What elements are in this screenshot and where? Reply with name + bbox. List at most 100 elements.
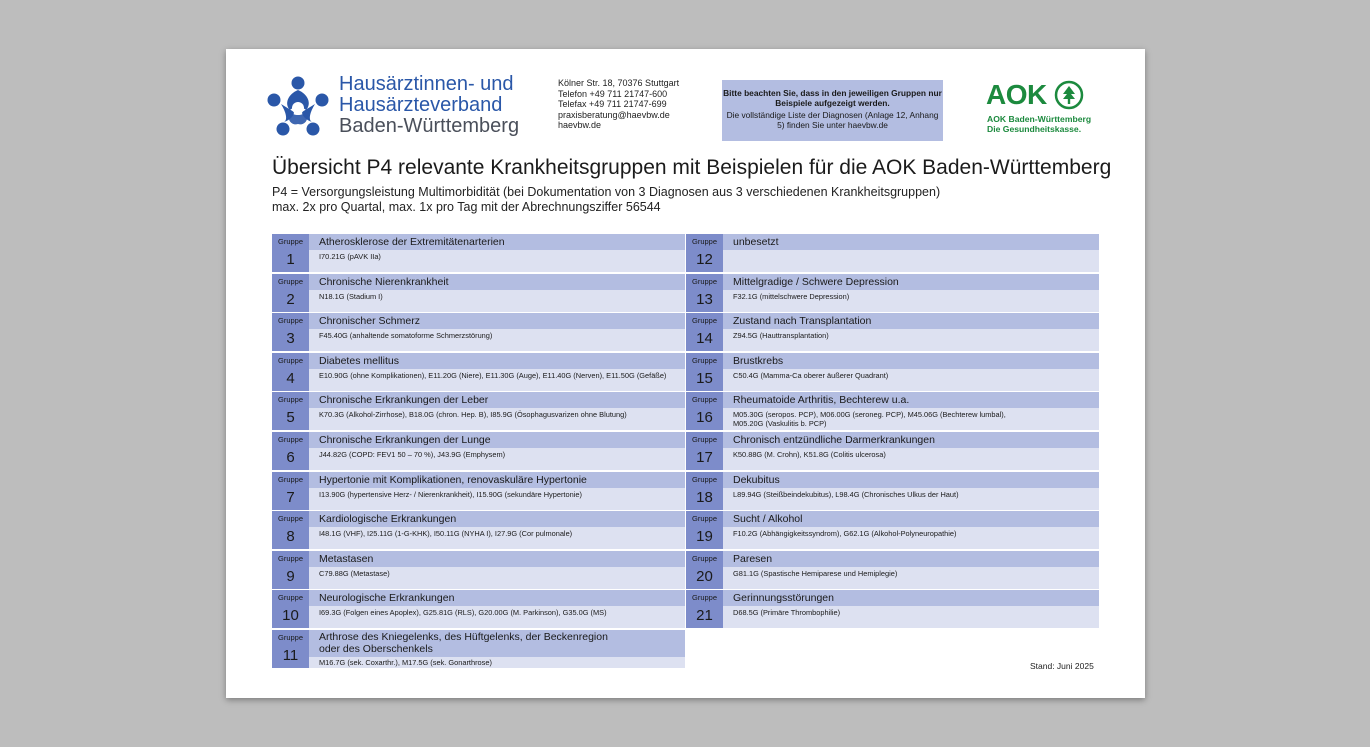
group-number: 21 (696, 607, 713, 625)
group-item: Gruppe 14 Zustand nach Transplantation Z94.… (686, 313, 1099, 352)
group-examples-text: G81.1G (Spastische Hemiparese und Hemipl… (733, 568, 898, 578)
group-number: 13 (696, 290, 713, 308)
group-examples: J44.82G (COPD: FEV1 50 – 70 %), J43.9G (… (309, 448, 685, 470)
group-name: Chronischer Schmerz (309, 313, 685, 330)
group-number: 11 (282, 647, 299, 664)
group-number: 16 (696, 409, 713, 427)
aok-subline-2: Die Gesundheitskasse. (987, 123, 1082, 134)
group-name: Dekubitus (723, 471, 1099, 488)
group-item: Gruppe 16 Rheumatoide Arthritis, Bechterew… (686, 392, 1099, 431)
group-number-box: Gruppe 6 (272, 432, 309, 470)
group-number-box: Gruppe 3 (272, 313, 309, 352)
aok-tree-icon (1054, 80, 1084, 110)
group-name-text: Diabetes mellitus (319, 354, 399, 367)
org-name-line3: Baden-Württemberg (339, 115, 520, 137)
group-number: 1 (286, 251, 295, 268)
group-name: Gerinnungsstörungen (723, 590, 1099, 607)
group-examples: I70.21G (pAVK IIa) (309, 250, 685, 272)
group-number-box: Gruppe 2 (272, 273, 309, 312)
group-item: Gruppe 20 Paresen G81.1G (Spastische Hemipa… (686, 550, 1099, 589)
group-label: Gruppe (277, 316, 304, 326)
group-name-text: Gerinnungsstörungen (733, 592, 834, 605)
group-examples-text: K50.88G (M. Crohn), K51.8G (Colitis ulce… (733, 450, 886, 459)
group-examples-text-2: M05.20G (Vaskulitis b. PCP) (733, 419, 827, 429)
group-label: Gruppe (277, 514, 304, 524)
group-number-box: Gruppe 12 (686, 234, 723, 272)
group-number: 15 (696, 369, 713, 387)
group-name-text: Zustand nach Transplantation (733, 315, 872, 328)
group-name-text: unbesetzt (733, 236, 779, 248)
group-item: Gruppe 7 Hypertonie mit Komplikationen, re… (272, 471, 685, 510)
group-examples (723, 250, 1099, 272)
group-number: 7 (286, 488, 295, 506)
stand-date: Stand: Juni 2025 (1030, 661, 1094, 671)
group-item: Gruppe 10 Neurologische Erkrankungen I69.3G… (272, 590, 685, 629)
group-examples-text: F45.40G (anhaltende somatoforme Schmerzs… (319, 331, 493, 341)
group-name-text: Chronische Erkrankungen der Leber (319, 394, 489, 407)
group-item: Gruppe 3 Chronischer Schmerz F45.40G (anhal… (272, 313, 685, 352)
group-name-text: Sucht / Alkohol (733, 513, 803, 526)
group-name: Rheumatoide Arthritis, Bechterew u.a. (723, 392, 1099, 409)
group-examples-text: F10.2G (Abhängigkeitssyndrom), G62.1G (A… (733, 529, 957, 539)
group-label: Gruppe (277, 355, 304, 365)
group-number: 12 (696, 251, 713, 268)
group-item: Gruppe 4 Diabetes mellitus E10.90G (ohne Ko… (272, 352, 685, 391)
group-label: Gruppe (691, 514, 718, 524)
group-name: Arthrose des Kniegelenks, des Hüftgelenk… (309, 630, 685, 657)
group-examples: I69.3G (Folgen eines Apoplex), G25.81G (… (309, 606, 685, 629)
group-name: Kardiologische Erkrankungen (309, 511, 685, 528)
group-label: Gruppe (277, 593, 304, 603)
group-number: 20 (696, 567, 713, 585)
aok-subline: AOK Baden-Württemberg Die Gesundheitskas… (987, 114, 1091, 134)
group-label: Gruppe (691, 553, 718, 563)
group-number-box: Gruppe 8 (272, 511, 309, 550)
group-examples: M05.30G (seropos. PCP), M06.00G (seroneg… (723, 408, 1099, 431)
group-item: Gruppe 5 Chronische Erkrankungen der Leber… (272, 392, 685, 431)
group-examples: L89.94G (Steißbeindekubitus), L98.4G (Ch… (723, 487, 1099, 510)
group-label: Gruppe (691, 276, 718, 286)
contact-address: Kölner Str. 18, 70376 Stuttgart (558, 78, 680, 88)
group-number-box: Gruppe 9 (272, 550, 309, 589)
group-name: Brustkrebs (723, 352, 1099, 369)
org-name-line1: Hausärztinnen- und (339, 73, 514, 95)
contact-block: Kölner Str. 18, 70376 Stuttgart Telefon … (558, 78, 679, 131)
group-name-text: Kardiologische Erkrankungen (319, 513, 457, 526)
aok-logo: AOK AOK Baden-Württemberg Die Gesundheit… (986, 79, 1126, 139)
group-number-box: Gruppe 21 (686, 590, 723, 629)
group-number-box: Gruppe 15 (686, 352, 723, 391)
group-number: 9 (286, 567, 295, 585)
group-number-box: Gruppe 20 (686, 550, 723, 589)
document-page: Hausärztinnen- und Hausärzteverband Bade… (226, 49, 1145, 698)
group-name: Sucht / Alkohol (723, 511, 1099, 528)
group-name-text: Dekubitus (733, 473, 780, 486)
group-examples: D68.5G (Primäre Thrombophilie) (723, 606, 1099, 629)
group-name: Chronische Erkrankungen der Lunge (309, 432, 685, 448)
subtitle-line2: max. 2x pro Quartal, max. 1x pro Tag mit… (272, 200, 661, 214)
group-examples-text: J44.82G (COPD: FEV1 50 – 70 %), J43.9G (… (319, 450, 506, 459)
contact-website[interactable]: haevbw.de (558, 120, 679, 131)
group-item: Gruppe 13 Mittelgradige / Schwere Depressi… (686, 273, 1099, 312)
group-name: Paresen (723, 550, 1099, 567)
haev-logo-icon (267, 76, 329, 136)
group-examples-text: I48.1G (VHF), I25.11G (1-G-KHK), I50.11G… (319, 529, 573, 539)
group-number: 6 (286, 449, 295, 466)
group-label: Gruppe (277, 633, 304, 642)
group-name: Atherosklerose der Extremitätenarterien (309, 234, 685, 250)
group-item: Gruppe 1 Atherosklerose der Extremitätenar… (272, 234, 685, 272)
contact-email[interactable]: praxisberatung@haevbw.de (558, 110, 679, 121)
group-name-text: Rheumatoide Arthritis, Bechterew u.a. (733, 394, 910, 407)
group-number: 3 (286, 330, 295, 348)
group-examples-text: C50.4G (Mamma-Ca oberer äußerer Quadrant… (733, 370, 889, 380)
group-name: Chronische Nierenkrankheit (309, 273, 685, 290)
group-examples-text: M05.30G (seropos. PCP), M06.00G (seroneg… (733, 410, 1006, 420)
group-examples-text: N18.1G (Stadium I) (319, 291, 383, 301)
group-name-text: Chronischer Schmerz (319, 315, 420, 328)
group-name-text: Hypertonie mit Komplikationen, renovasku… (319, 473, 587, 486)
group-label: Gruppe (277, 553, 304, 563)
group-label: Gruppe (277, 435, 304, 444)
document-subtitle: P4 = Versorgungsleistung Multimorbidität… (272, 185, 940, 215)
group-label: Gruppe (691, 316, 718, 326)
group-name: Neurologische Erkrankungen (309, 590, 685, 607)
group-number-box: Gruppe 7 (272, 471, 309, 510)
group-name: unbesetzt (723, 234, 1099, 250)
